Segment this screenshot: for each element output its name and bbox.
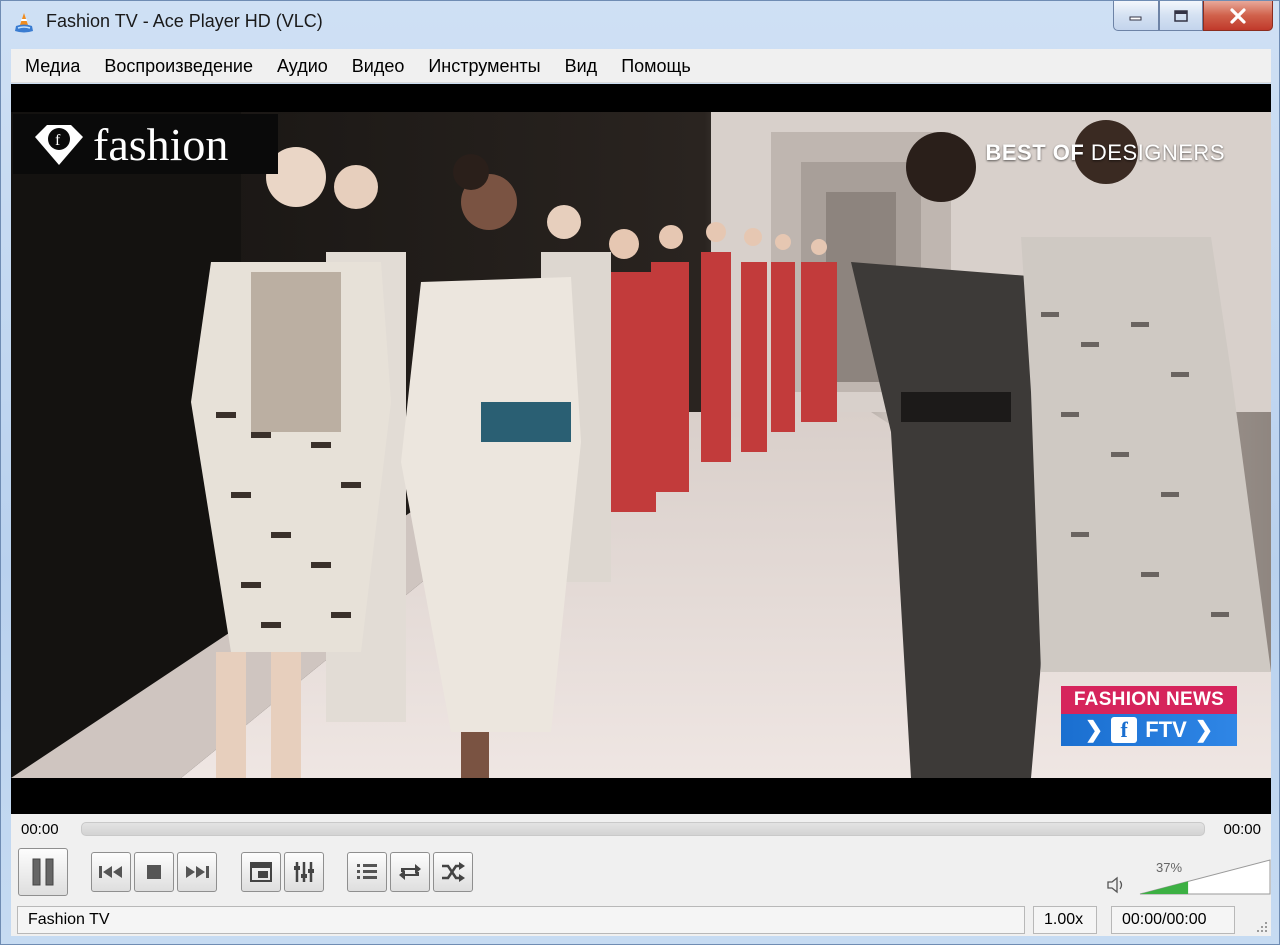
runway-video-frame	[11, 112, 1271, 778]
fashion-tv-logo: f fashion	[13, 114, 278, 174]
ftv-f-logo: f	[1111, 717, 1138, 743]
elapsed-time: 00:00	[21, 821, 59, 838]
title-bar[interactable]: Fashion TV - Ace Player HD (VLC)	[1, 1, 1279, 47]
status-media-name: Fashion TV	[17, 906, 1025, 934]
overlay-rest-text: DESIGNERS	[1084, 140, 1225, 165]
volume-slider[interactable]	[1138, 858, 1272, 896]
stop-button[interactable]	[134, 852, 174, 892]
window-title: Fashion TV - Ace Player HD (VLC)	[46, 11, 323, 31]
loop-button[interactable]	[390, 852, 430, 892]
controls-panel: 00:00 00:00 37%	[11, 814, 1271, 904]
seek-bar[interactable]	[81, 822, 1205, 836]
status-time: 00:00/00:00	[1111, 906, 1235, 934]
menu-audio[interactable]: Аудио	[267, 49, 338, 83]
fullscreen-icon	[250, 862, 272, 882]
vlc-cone-icon	[15, 13, 33, 33]
shuffle-icon	[442, 862, 465, 882]
status-bar: Fashion TV 1.00x 00:00/00:00	[11, 904, 1271, 936]
playlist-icon	[357, 864, 377, 879]
volume-speaker-icon[interactable]	[1106, 876, 1126, 894]
best-of-designers-overlay: BEST OF DESIGNERS	[985, 140, 1225, 166]
fashion-diamond-logo-icon: f	[35, 125, 83, 165]
loop-icon	[399, 864, 421, 880]
menu-view[interactable]: Вид	[555, 49, 608, 83]
close-button[interactable]	[1203, 1, 1273, 31]
pause-icon	[32, 858, 54, 886]
svg-text:f: f	[55, 132, 61, 149]
next-button[interactable]	[177, 852, 217, 892]
previous-icon	[99, 866, 122, 878]
minimize-button[interactable]	[1113, 1, 1159, 31]
previous-button[interactable]	[91, 852, 131, 892]
logo-wordmark: fashion	[93, 118, 229, 170]
resize-grip-icon[interactable]	[1255, 920, 1269, 934]
playlist-button[interactable]	[347, 852, 387, 892]
menu-bar: Медиа Воспроизведение Аудио Видео Инстру…	[11, 49, 1271, 83]
ftv-label-row: ❯ f FTV ❯	[1061, 714, 1237, 746]
minimize-icon	[1129, 16, 1142, 20]
stop-icon	[147, 865, 161, 879]
menu-playback[interactable]: Воспроизведение	[94, 49, 263, 83]
chevron-right-icon: ❯	[1084, 717, 1104, 742]
next-icon	[186, 866, 209, 878]
player-window: Fashion TV - Ace Player HD (VLC) Медиа В…	[0, 0, 1280, 945]
overlay-bold-text: BEST OF	[985, 140, 1085, 165]
menu-tools[interactable]: Инструменты	[418, 49, 550, 83]
fashion-news-badge: FASHION NEWS ❯ f FTV ❯	[1061, 686, 1237, 746]
equalizer-icon	[294, 862, 314, 882]
maximize-icon	[1174, 9, 1188, 22]
pause-button[interactable]	[18, 848, 68, 896]
ftv-label: FTV	[1145, 717, 1187, 742]
menu-media[interactable]: Медиа	[15, 49, 90, 83]
video-area[interactable]: f fashion BEST OF DESIGNERS FASHION NEWS…	[11, 84, 1271, 814]
fashion-news-label: FASHION NEWS	[1061, 686, 1237, 714]
equalizer-button[interactable]	[284, 852, 324, 892]
close-icon	[1230, 7, 1246, 24]
fullscreen-button[interactable]	[241, 852, 281, 892]
menu-video[interactable]: Видео	[342, 49, 415, 83]
status-playback-speed[interactable]: 1.00x	[1033, 906, 1097, 934]
shuffle-button[interactable]	[433, 852, 473, 892]
menu-help[interactable]: Помощь	[611, 49, 701, 83]
total-time: 00:00	[1223, 821, 1261, 838]
maximize-button[interactable]	[1159, 1, 1203, 31]
chevron-right-icon: ❯	[1194, 717, 1214, 742]
